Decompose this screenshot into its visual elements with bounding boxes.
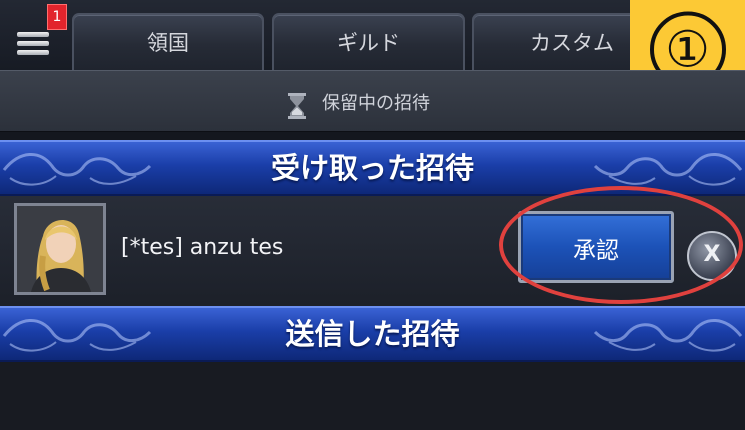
pending-invites-label: 保留中の招待 bbox=[322, 93, 430, 114]
pending-invites-bar: 保留中の招待 bbox=[0, 70, 745, 132]
sent-invites-title: 送信した招待 bbox=[285, 317, 460, 351]
avatar-portrait-icon bbox=[17, 206, 103, 292]
accept-highlight-annotation bbox=[499, 186, 743, 304]
player-avatar bbox=[14, 203, 106, 295]
sent-invites-header: 送信した招待 bbox=[0, 306, 745, 362]
hourglass-icon bbox=[288, 93, 306, 119]
notification-badge: 1 bbox=[47, 4, 67, 30]
tab-territory[interactable]: 領国 bbox=[72, 13, 264, 70]
hamburger-icon bbox=[17, 32, 49, 37]
player-name: [*tes] anzu tes bbox=[121, 235, 284, 260]
tab-guild[interactable]: ギルド bbox=[272, 13, 465, 70]
sent-invites-list bbox=[0, 362, 745, 430]
